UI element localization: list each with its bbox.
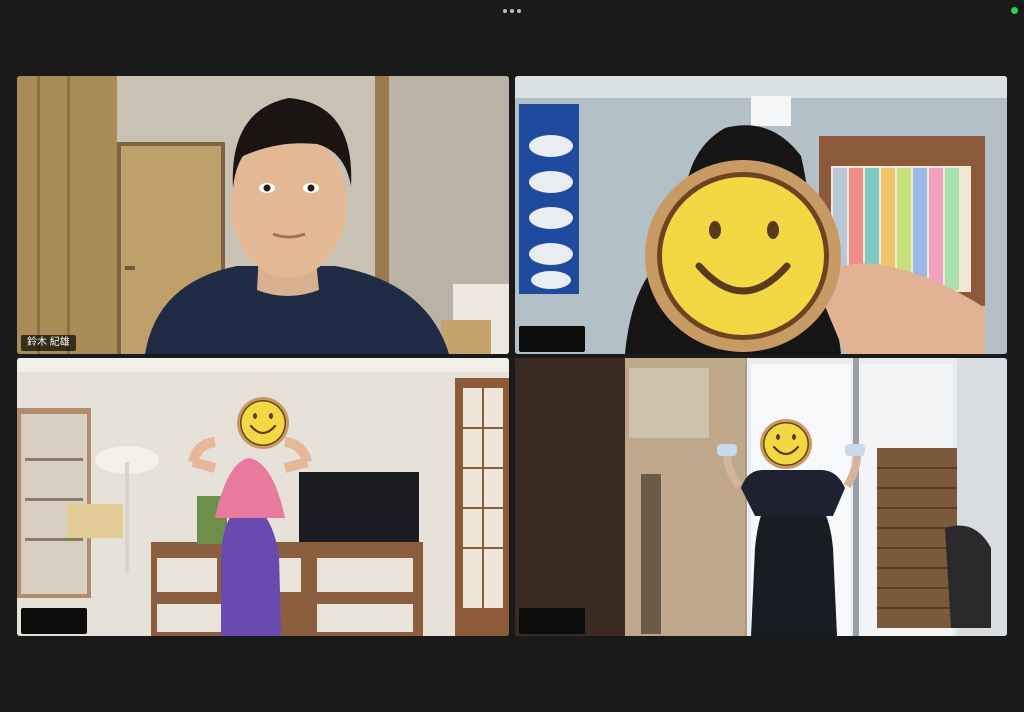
dot bbox=[503, 9, 507, 13]
participant-name-label: 鈴木 紀雄 bbox=[21, 335, 76, 351]
participant-name-label-redacted bbox=[519, 608, 585, 634]
connection-status-indicator bbox=[1011, 7, 1018, 14]
active-speaker-video-tile[interactable] bbox=[515, 358, 1007, 636]
video-feed bbox=[515, 358, 1007, 636]
gallery-view: 鈴木 紀雄 bbox=[17, 76, 1007, 636]
participant-video-tile[interactable] bbox=[17, 358, 509, 636]
smiley-icon bbox=[760, 419, 812, 469]
smiley-face-overlay bbox=[643, 158, 843, 354]
participant-video-tile[interactable]: 鈴木 紀雄 bbox=[17, 76, 509, 354]
video-feed bbox=[17, 76, 509, 354]
smiley-icon bbox=[237, 397, 289, 449]
smiley-icon bbox=[645, 160, 841, 352]
more-options-icon[interactable] bbox=[498, 5, 526, 17]
dot bbox=[510, 9, 514, 13]
dot bbox=[517, 9, 521, 13]
smiley-face-overlay bbox=[759, 418, 813, 470]
participant-video-tile[interactable] bbox=[515, 76, 1007, 354]
video-call-window: 鈴木 紀雄 bbox=[0, 0, 1024, 712]
participant-name-label-redacted bbox=[519, 326, 585, 352]
smiley-face-overlay bbox=[236, 396, 290, 450]
participant-name-label-redacted bbox=[21, 608, 87, 634]
